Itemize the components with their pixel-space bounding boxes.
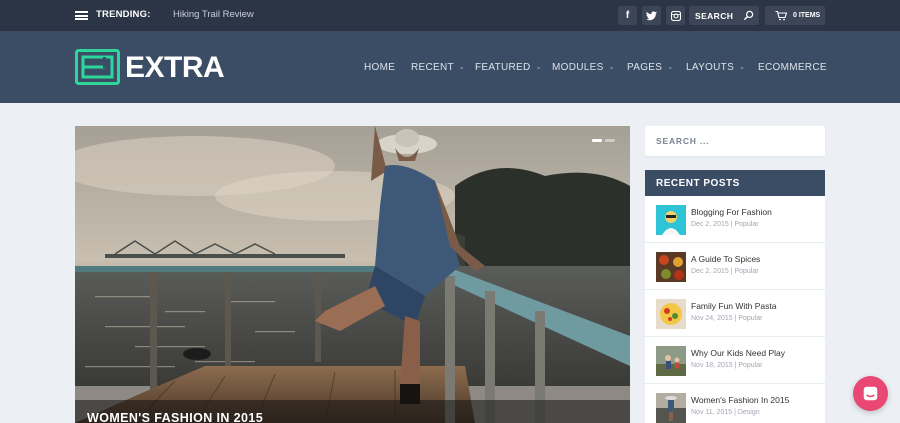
nav-recent[interactable]: RECENT ⌄ xyxy=(411,62,465,73)
hero-caption: WOMEN'S FASHION IN 2015 xyxy=(75,400,630,423)
hero-image xyxy=(75,126,630,423)
nav-featured[interactable]: FEATURED ⌄ xyxy=(475,62,542,73)
post-meta: Nov 11, 2015 | Design xyxy=(691,409,760,416)
chat-widget-button[interactable] xyxy=(853,376,888,411)
nav-layouts[interactable]: LAYOUTS ⌄ xyxy=(686,62,745,73)
trending-link[interactable]: Hiking Trail Review xyxy=(173,9,254,20)
nav-modules-label: MODULES xyxy=(552,62,604,73)
post-title[interactable]: Women's Fashion In 2015 xyxy=(691,395,789,405)
recent-posts-list: Blogging For Fashion Dec 2, 2015 | Popul… xyxy=(645,196,825,423)
recent-posts-header: RECENT POSTS xyxy=(645,170,825,196)
twitter-icon[interactable] xyxy=(642,6,661,25)
list-item[interactable]: Blogging For Fashion Dec 2, 2015 | Popul… xyxy=(645,196,825,243)
post-thumbnail[interactable] xyxy=(656,346,686,376)
top-search-box[interactable]: SEARCH xyxy=(689,6,759,25)
nav-home-label: HOME xyxy=(364,62,396,73)
list-item[interactable]: Women's Fashion In 2015 Nov 11, 2015 | D… xyxy=(645,384,825,423)
sidebar-search-input[interactable] xyxy=(645,126,825,156)
top-bar: TRENDING: Hiking Trail Review f SEARCH 0… xyxy=(0,0,900,31)
nav-home[interactable]: HOME xyxy=(364,62,395,73)
top-search-label: SEARCH xyxy=(695,11,734,21)
nav-ecommerce-label: ECOMMERCE xyxy=(758,62,827,73)
slider-dot-active[interactable] xyxy=(592,139,602,142)
facebook-icon[interactable]: f xyxy=(618,6,637,25)
nav-layouts-label: LAYOUTS xyxy=(686,62,735,73)
recent-posts-title: RECENT POSTS xyxy=(656,178,740,189)
post-title[interactable]: Why Our Kids Need Play xyxy=(691,348,785,358)
nav-pages-label: PAGES xyxy=(627,62,663,73)
hero-title[interactable]: WOMEN'S FASHION IN 2015 xyxy=(87,411,263,423)
nav-featured-label: FEATURED xyxy=(475,62,531,73)
cart-icon xyxy=(775,11,787,21)
nav-pages[interactable]: PAGES ⌄ xyxy=(627,62,673,73)
chevron-down-icon: ⌄ xyxy=(458,64,466,71)
post-thumbnail[interactable] xyxy=(656,205,686,235)
logo-icon[interactable] xyxy=(75,49,120,85)
post-thumbnail[interactable] xyxy=(656,252,686,282)
post-title[interactable]: Blogging For Fashion xyxy=(691,207,772,217)
post-meta: Dec 2, 2015 | Popular xyxy=(691,268,759,275)
post-thumbnail[interactable] xyxy=(656,393,686,423)
hamburger-menu-icon[interactable] xyxy=(75,11,88,20)
cart-count: 0 ITEMS xyxy=(793,12,821,19)
chevron-down-icon: ⌄ xyxy=(739,64,746,71)
nav-ecommerce[interactable]: ECOMMERCE xyxy=(758,62,827,73)
post-meta: Nov 18, 2015 | Popular xyxy=(691,362,763,369)
post-meta: Dec 2, 2015 | Popular xyxy=(691,221,759,228)
instagram-icon[interactable] xyxy=(666,6,685,25)
list-item[interactable]: Family Fun With Pasta Nov 24, 2015 | Pop… xyxy=(645,290,825,337)
nav-modules[interactable]: MODULES ⌄ xyxy=(552,62,615,73)
post-title[interactable]: Family Fun With Pasta xyxy=(691,301,777,311)
cart-button[interactable]: 0 ITEMS xyxy=(765,6,825,25)
trending-label: TRENDING: xyxy=(96,9,151,20)
post-meta: Nov 24, 2015 | Popular xyxy=(691,315,763,322)
search-icon[interactable] xyxy=(743,10,754,21)
logo-text[interactable]: EXTRA xyxy=(125,51,225,85)
sidebar-search xyxy=(645,126,825,156)
nav-recent-label: RECENT xyxy=(411,62,454,73)
site-header: EXTRA HOME RECENT ⌄ FEATURED ⌄ MODULES ⌄ PA… xyxy=(0,31,900,103)
featured-slider[interactable]: WOMEN'S FASHION IN 2015 xyxy=(75,126,630,423)
chevron-down-icon: ⌄ xyxy=(535,64,542,71)
list-item[interactable]: Why Our Kids Need Play Nov 18, 2015 | Po… xyxy=(645,337,825,384)
chevron-down-icon: ⌄ xyxy=(667,64,674,71)
chat-icon xyxy=(863,386,878,401)
slider-dot[interactable] xyxy=(605,139,615,142)
chevron-down-icon: ⌄ xyxy=(608,64,615,71)
list-item[interactable]: A Guide To Spices Dec 2, 2015 | Popular xyxy=(645,243,825,290)
post-title[interactable]: A Guide To Spices xyxy=(691,254,760,264)
post-thumbnail[interactable] xyxy=(656,299,686,329)
